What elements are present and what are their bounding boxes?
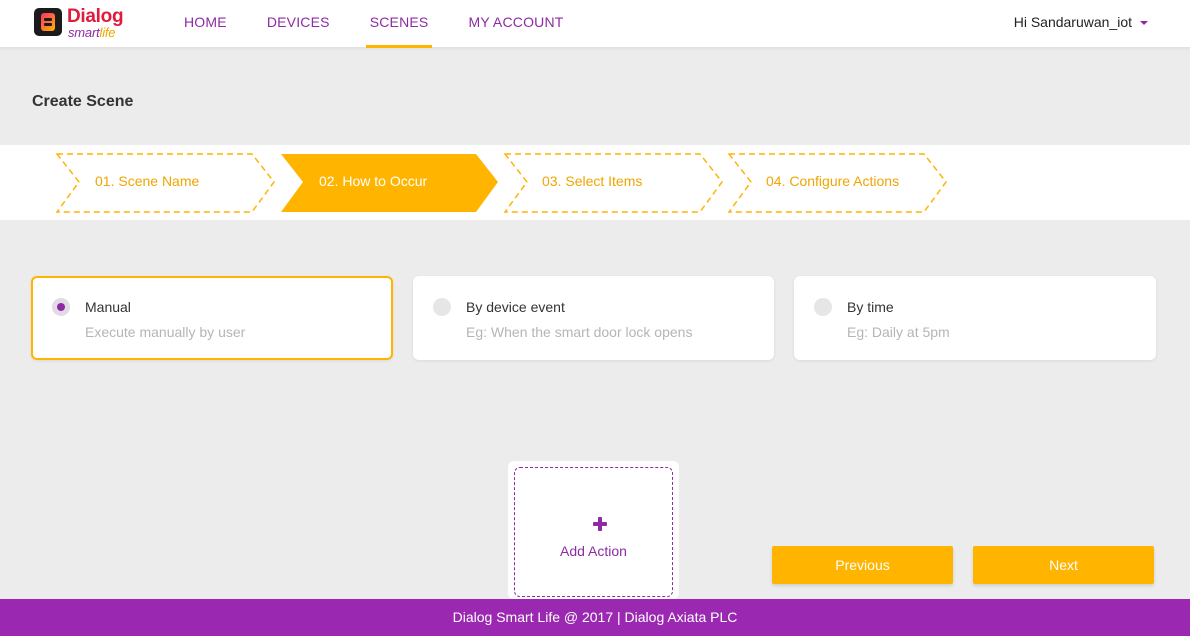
option-desc-device-event: Eg: When the smart door lock opens [466,324,693,340]
option-title-by-time: By time [847,299,894,315]
step-3-select-items[interactable]: 03. Select Items [542,173,642,189]
option-title-device-event: By device event [466,299,565,315]
option-desc-by-time: Eg: Daily at 5pm [847,324,950,340]
nav-devices[interactable]: DEVICES [247,0,350,48]
add-action-label: Add Action [560,543,627,559]
option-desc-manual: Execute manually by user [85,324,246,340]
step-4-configure-actions[interactable]: 04. Configure Actions [766,173,899,189]
radio-manual[interactable] [52,298,70,316]
step-1-scene-name[interactable]: 01. Scene Name [95,173,199,189]
dialog-smartlife-logo[interactable]: Dialog smartlife [34,6,130,41]
user-greeting: Hi Sandaruwan_iot [1013,14,1132,30]
caret-down-icon [1140,21,1148,25]
nav-home[interactable]: HOME [164,0,247,48]
plus-icon [591,515,609,533]
add-action-button[interactable]: Add Action [508,461,679,599]
wizard-steps: 01. Scene Name 02. How to Occur 03. Sele… [0,145,1190,220]
add-action-dashed-box: Add Action [514,467,673,597]
nav-scenes[interactable]: SCENES [350,0,449,48]
radio-device-event[interactable] [433,298,451,316]
logo-mark-icon [34,8,62,36]
top-navbar: Dialog smartlife HOME DEVICES SCENES MY … [0,0,1190,48]
previous-button[interactable]: Previous [772,546,953,584]
footer: Dialog Smart Life @ 2017 | Dialog Axiata… [0,599,1190,636]
main-nav: HOME DEVICES SCENES MY ACCOUNT [164,0,584,48]
nav-my-account[interactable]: MY ACCOUNT [448,0,583,48]
user-menu[interactable]: Hi Sandaruwan_iot [1014,0,1148,44]
radio-by-time[interactable] [814,298,832,316]
logo-word-smartlife: smartlife [68,25,116,40]
page-title: Create Scene [32,93,134,110]
option-card-manual[interactable]: Manual Execute manually by user [31,276,393,360]
option-title-manual: Manual [85,299,131,315]
next-button[interactable]: Next [973,546,1154,584]
option-card-device-event[interactable]: By device event Eg: When the smart door … [413,276,774,360]
option-card-by-time[interactable]: By time Eg: Daily at 5pm [794,276,1156,360]
step-2-how-to-occur[interactable]: 02. How to Occur [319,173,427,189]
